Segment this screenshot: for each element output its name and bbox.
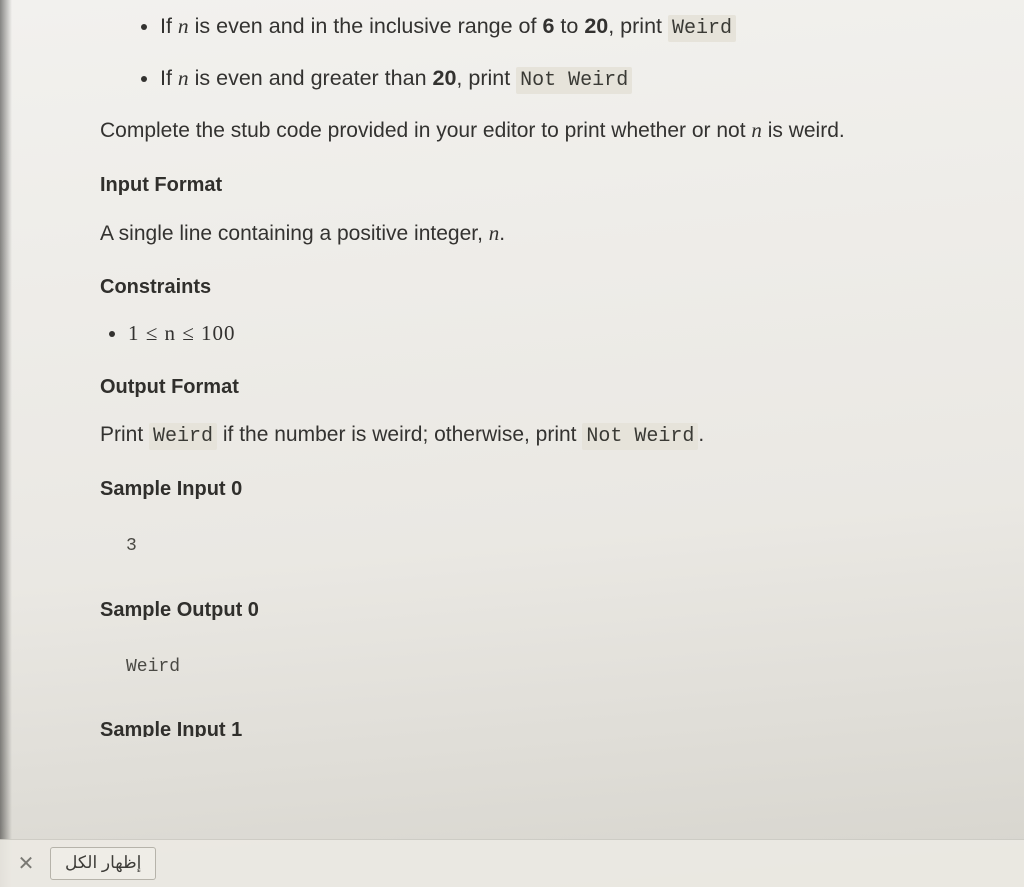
page-root: If n is even and in the inclusive range … [0,0,1024,887]
rule-text: is even and greater than [189,66,433,90]
instruction-text: Complete the stub code provided in your … [100,119,751,142]
left-shadow [0,0,12,887]
constraint-item: 1 ≤ n ≤ 100 [128,317,996,350]
rule-text: If [160,66,178,90]
heading-sample-input-1: Sample Input 1 [100,715,996,737]
number-20: 20 [584,14,608,38]
output-text: if the number is weird; otherwise, print [217,423,582,446]
output-description: Print Weird if the number is weird; othe… [100,419,996,452]
bottom-bar: ✕ إظهار الكل [0,839,1024,887]
number-6: 6 [542,14,554,38]
var-n: n [178,66,189,90]
input-text: . [499,222,505,245]
problem-statement: If n is even and in the inclusive range … [100,0,996,887]
rule-text: is even and in the inclusive range of [189,14,543,38]
heading-sample-input-0: Sample Input 0 [100,474,996,505]
instruction-paragraph: Complete the stub code provided in your … [100,114,996,148]
code-not-weird: Not Weird [516,67,632,94]
instruction-text: is weird. [762,119,845,142]
var-n: n [178,14,189,38]
rules-list: If n is even and in the inclusive range … [100,10,996,96]
var-n: n [489,221,500,245]
heading-input-format: Input Format [100,170,996,201]
rule-text: , print [456,66,516,90]
var-n: n [751,118,762,142]
rule-item: If n is even and in the inclusive range … [160,10,996,44]
close-icon[interactable]: ✕ [14,852,38,876]
code-weird: Weird [149,423,217,450]
sample-output-0-block: Weird [112,644,996,692]
rule-item: If n is even and greater than 20, print … [160,62,996,96]
output-text: Print [100,423,149,446]
input-description: A single line containing a positive inte… [100,217,996,251]
rule-text: to [554,14,584,38]
number-20: 20 [433,66,457,90]
heading-sample-output-0: Sample Output 0 [100,595,996,626]
constraints-list: 1 ≤ n ≤ 100 [100,317,996,350]
code-not-weird: Not Weird [582,423,698,450]
rule-text: If [160,14,178,38]
code-weird: Weird [668,15,736,42]
heading-constraints: Constraints [100,272,996,303]
show-all-button[interactable]: إظهار الكل [50,847,156,880]
sample-input-0-block: 3 [112,523,996,571]
input-text: A single line containing a positive inte… [100,222,489,245]
constraint-math: 1 ≤ n ≤ 100 [128,321,236,345]
heading-output-format: Output Format [100,372,996,403]
output-text: . [698,423,704,446]
rule-text: , print [608,14,668,38]
